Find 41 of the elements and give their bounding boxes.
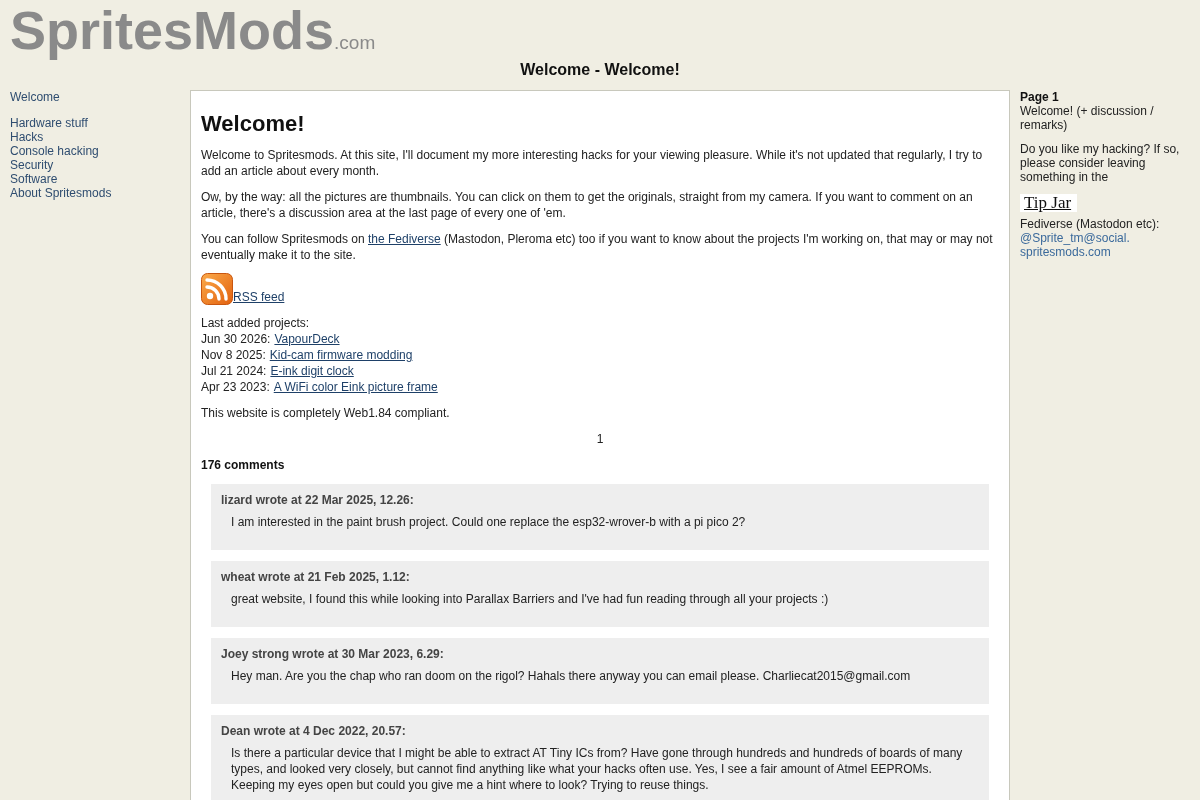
comment-text: great website, I found this while looking into Parallax Barriers and I've had fun reading through all your projects :) [231, 591, 830, 607]
paragraph: Ow, by the way: all the pictures are thumbnails. You can click on them to get the originals, straight from my camera. If you want to comment on an article, there's a discussion area at the last page of every one of 'em. [201, 189, 974, 221]
nav-link[interactable]: Hardware stuff [10, 116, 88, 130]
comment-text: I am interested in the paint brush project. Could one replace the esp32-wrover-b with a pi pico 2? [231, 514, 747, 530]
project-link[interactable]: VapourDeck [274, 331, 340, 347]
project-date: Nov 8 2025: [201, 347, 266, 363]
fediverse-link[interactable]: the Fediverse [368, 232, 441, 246]
nav-link[interactable]: Security [10, 158, 54, 172]
project-date: Jun 30 2026: [201, 331, 271, 347]
sidebar-page-label: Page 1 [1020, 90, 1059, 104]
rss-feed-link[interactable]: RSS feed [233, 289, 285, 305]
comment-text: Hey man. Are you the chap who ran doom on the rigol? Hahals there anyway you can email please. Charliecat2015@gmail.com [231, 668, 912, 684]
comments-count: 176 comments [201, 457, 285, 473]
comment-author: Joey strong wrote at 30 Mar 2023, 6.29: [221, 646, 444, 662]
comment-author: Dean wrote at 4 Dec 2022, 20.57: [221, 723, 406, 739]
paragraph: This website is completely Web1.84 compliant. [201, 405, 451, 421]
project-link[interactable]: E-ink digit clock [270, 363, 354, 379]
page-title: Welcome - Welcome! [520, 60, 680, 80]
sidebar-page-title: Welcome! (+ discussion / remarks) [1020, 104, 1155, 132]
paragraph: You can follow Spritesmods on the Fediverse (Mastodon, Pleroma etc) too if you want to know about the projects I'm working on, that may or may not eventually make it to the site. [201, 231, 994, 263]
nav-link[interactable]: Hacks [10, 130, 44, 144]
project-date: Apr 23 2023: [201, 379, 270, 395]
project-link[interactable]: Kid-cam firmware modding [269, 347, 413, 363]
tip-text: Do you like my hacking? If so, please consider leaving something in the [1020, 142, 1181, 184]
tip-jar-link[interactable]: Tip Jar [1020, 194, 1078, 212]
comment-author: lizard wrote at 22 Mar 2025, 12.26: [221, 492, 414, 508]
nav-link[interactable]: Welcome [10, 90, 60, 104]
project-date: Jul 21 2024: [201, 363, 267, 379]
nav-link[interactable]: Software [10, 172, 58, 186]
page-number: 1 [596, 431, 604, 447]
rss-icon[interactable] [201, 273, 233, 305]
projects-heading: Last added projects: [201, 315, 310, 331]
paragraph: Welcome to Spritesmods. At this site, I'll document my more interesting hacks for your viewing pleasure. While it's not updated that regularly, I try to add an article about every month. [201, 147, 984, 179]
comment-text: Is there a particular device that I might be able to extract AT Tiny ICs from? Have gone through hundreds and hundreds of boards of many types, and looked very closely, but cannot find anything like what your hacks often use. Yes, I see a fair amount of Atmel EEPROMs. Keeping my eyes open but could you give me a hint where to look? Trying to reuse things. [231, 745, 964, 793]
nav-link[interactable]: Console hacking [10, 144, 99, 158]
article-title: Welcome! [201, 111, 305, 137]
nav-link[interactable]: About Spritesmods [10, 186, 112, 200]
fediverse-label: Fediverse (Mastodon etc): [1020, 217, 1160, 231]
fediverse-handle-link[interactable]: @Sprite_tm@social. spritesmods.com [1020, 231, 1130, 259]
comment-author: wheat wrote at 21 Feb 2025, 1.12: [221, 569, 410, 585]
project-link[interactable]: A WiFi color Eink picture frame [273, 379, 438, 395]
